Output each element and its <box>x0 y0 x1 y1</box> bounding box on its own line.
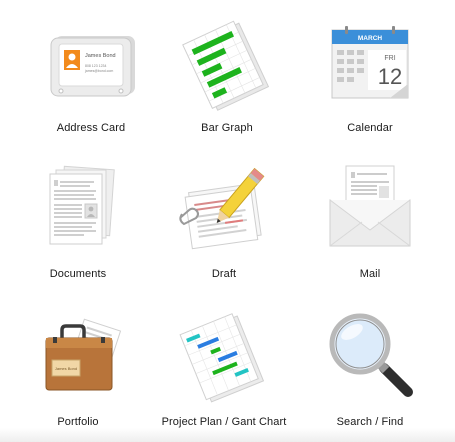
icon-item-mail[interactable]: Mail <box>295 152 445 292</box>
icon-item-address-card[interactable]: James Bond 808 123 1234 james@bond.com A… <box>16 6 166 146</box>
icon-label: Search / Find <box>336 416 404 428</box>
icon-label: Calendar <box>347 122 393 134</box>
icon-label: Portfolio <box>57 416 99 428</box>
portfolio-icon: James Bond <box>45 318 122 391</box>
address-card-icon: James Bond 808 123 1234 james@bond.com <box>50 36 135 97</box>
mail-icon <box>329 165 411 247</box>
icon-item-bar-graph[interactable]: Bar Graph <box>152 6 302 146</box>
calendar-icon: MARCH FRI 12 <box>331 26 409 99</box>
calendar-day: 12 <box>378 64 402 89</box>
icon-label: Project Plan / Gant Chart <box>161 416 287 428</box>
magnifier-icon <box>329 313 413 397</box>
bottom-gradient <box>0 428 455 442</box>
icon-item-calendar[interactable]: MARCH FRI 12 Calendar <box>295 6 445 146</box>
icon-item-draft[interactable]: Draft <box>149 152 299 292</box>
icon-label: Mail <box>359 268 381 280</box>
documents-icon <box>49 165 115 245</box>
icon-label: Draft <box>211 268 237 280</box>
card-email: james@bond.com <box>84 69 113 73</box>
portfolio-tag: James Bond <box>55 366 77 371</box>
calendar-weekday: FRI <box>384 55 395 62</box>
gantt-chart-icon <box>179 313 265 403</box>
icon-item-search-find[interactable]: Search / Find <box>295 300 445 440</box>
card-name: James Bond <box>85 53 116 59</box>
icon-grid: James Bond 808 123 1234 james@bond.com A… <box>0 0 455 442</box>
icon-label: Address Card <box>56 122 126 134</box>
card-phone: 808 123 1234 <box>85 64 106 68</box>
icon-item-documents[interactable]: Documents <box>3 152 153 292</box>
draft-icon <box>179 167 265 250</box>
icon-item-project-plan[interactable]: Project Plan / Gant Chart <box>149 300 299 440</box>
bar-graph-icon <box>182 20 270 111</box>
icon-label: Documents <box>49 268 107 280</box>
icon-item-portfolio[interactable]: James Bond Portfolio <box>3 300 153 440</box>
calendar-month: MARCH <box>358 35 382 42</box>
icon-label: Bar Graph <box>201 122 253 134</box>
